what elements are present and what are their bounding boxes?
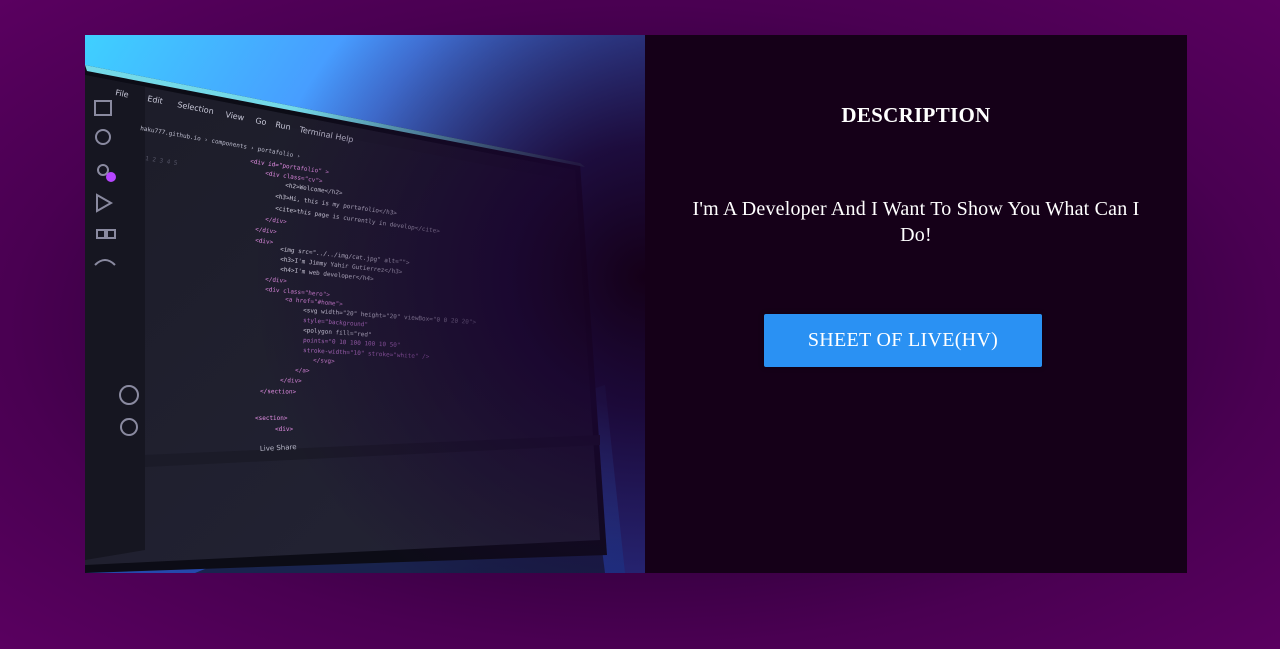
hero-image: File Edit Selection View Go Run Terminal… — [85, 35, 645, 573]
description-heading: DESCRIPTION — [841, 103, 991, 127]
code-editor-photo: File Edit Selection View Go Run Terminal… — [85, 35, 645, 573]
developer-tagline: I'm A Developer And I Want To Show You W… — [692, 198, 1140, 246]
description-panel: DESCRIPTION I'm A Developer And I Want T… — [645, 35, 1187, 573]
description-card: File Edit Selection View Go Run Terminal… — [85, 35, 1187, 573]
sheet-of-live-button[interactable]: SHEET OF LIVE(HV) — [764, 314, 1042, 367]
